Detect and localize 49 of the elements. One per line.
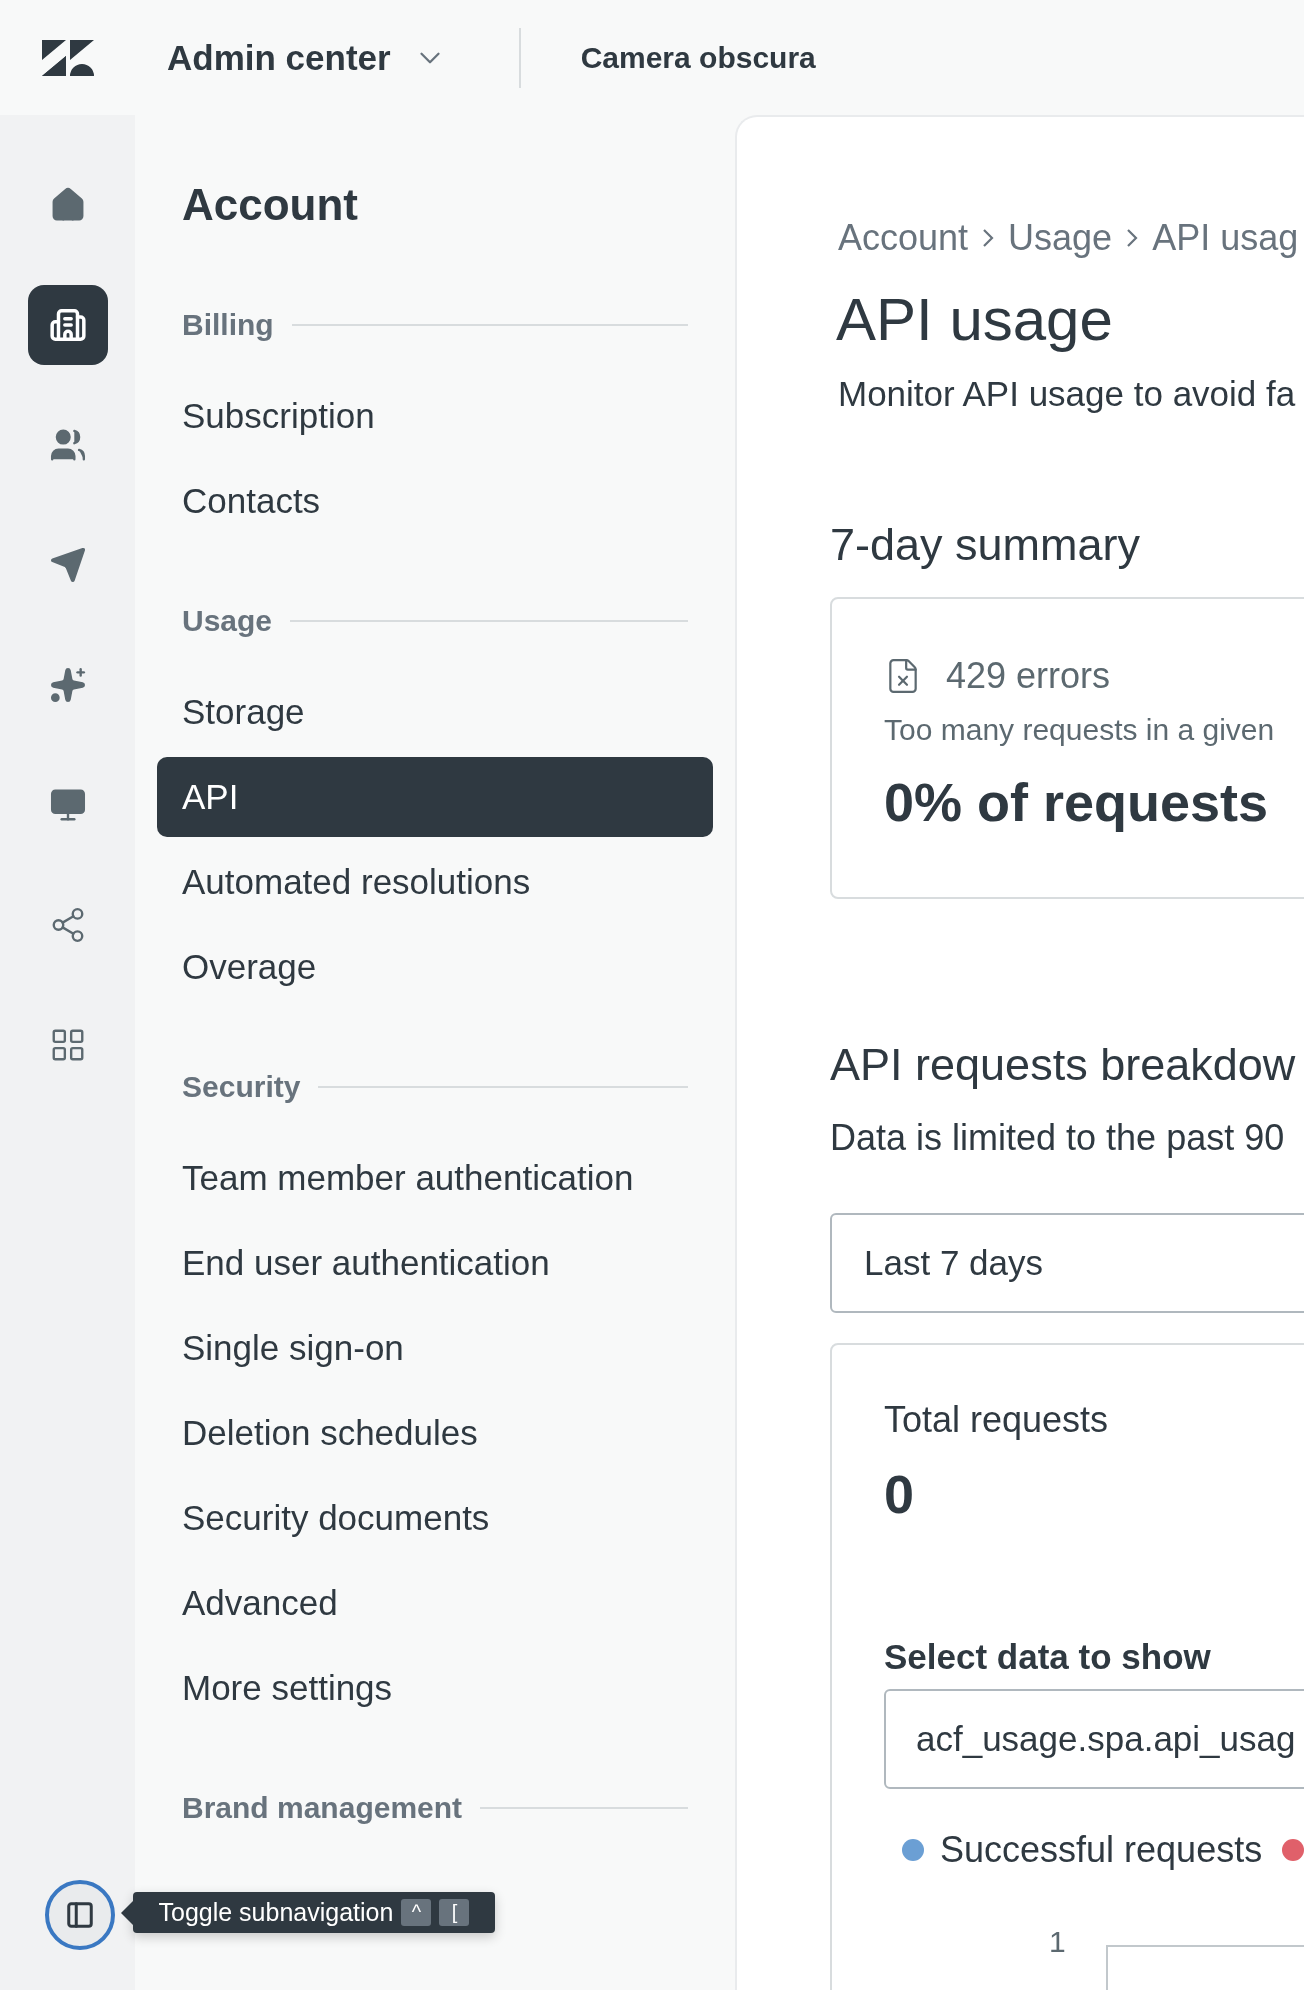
total-label: Total requests — [884, 1399, 1110, 1441]
subnav-item[interactable]: Overage — [157, 927, 713, 1007]
breadcrumb-link[interactable]: API usag — [1152, 217, 1299, 259]
page-title: API usage — [836, 285, 1114, 354]
section-heading: 7-day summary — [830, 519, 1142, 571]
subnav-item[interactable]: Automated resolutions — [157, 842, 713, 922]
chevron-right-icon — [982, 228, 995, 248]
section-label: Security — [182, 1070, 301, 1104]
panel-icon — [64, 1900, 95, 1930]
breadcrumb-link[interactable]: Account — [838, 217, 969, 259]
period-dropdown[interactable]: Last 7 days — [830, 1213, 1304, 1313]
chevron-right-icon — [1126, 228, 1139, 248]
subnav-item[interactable]: Team member authentication — [157, 1138, 713, 1218]
product-switcher[interactable]: Admin center — [135, 37, 447, 78]
data-select[interactable]: acf_usage.spa.api_usag — [884, 1689, 1304, 1789]
section-note: Data is limited to the past 90 — [830, 1117, 1286, 1159]
sparkle-icon — [48, 666, 87, 704]
subnav-item[interactable]: Contacts — [157, 461, 713, 541]
tooltip-text: Toggle subnavigation — [158, 1898, 394, 1927]
rail-nav-button[interactable] — [27, 285, 108, 365]
subnav-item[interactable]: Deletion schedules — [157, 1393, 713, 1473]
logo-icon — [41, 39, 94, 76]
card-label: 429 errors — [946, 655, 1111, 697]
subnav-item[interactable]: Advanced — [157, 1563, 713, 1643]
subnav-item[interactable]: Storage — [157, 672, 713, 752]
keyboard-key: [ — [439, 1899, 470, 1926]
select-label: Select data to show — [884, 1637, 1212, 1677]
subnav-item[interactable]: End user authentication — [157, 1223, 713, 1303]
legend-label: Successful requests — [940, 1829, 1263, 1871]
card-note: Too many requests in a given — [884, 713, 1276, 747]
subnav-title: Account — [182, 180, 359, 230]
section-label: Usage — [182, 604, 273, 638]
subnav-item[interactable]: API — [157, 757, 713, 837]
breadcrumb-link[interactable]: Usage — [1008, 217, 1113, 259]
axis-tick-label: 1 — [1049, 1925, 1066, 1959]
card-value: 0% of requests — [884, 771, 1270, 833]
keyboard-key: ^ — [401, 1899, 432, 1926]
subnav-item[interactable]: Security documents — [157, 1478, 713, 1558]
building-icon — [48, 306, 87, 344]
section-heading: API requests breakdow — [830, 1039, 1297, 1091]
send-icon — [48, 546, 87, 584]
page-description: Monitor API usage to avoid fa — [838, 374, 1297, 414]
subnav-item[interactable]: Single sign-on — [157, 1308, 713, 1388]
subnav-item[interactable]: More settings — [157, 1648, 713, 1728]
section-label: Brand management — [182, 1791, 463, 1825]
total-value: 0 — [884, 1463, 916, 1525]
account-name: Camera obscura — [580, 40, 816, 75]
section-label: Billing — [182, 308, 274, 342]
subnav-item[interactable]: Subscription — [157, 376, 713, 456]
